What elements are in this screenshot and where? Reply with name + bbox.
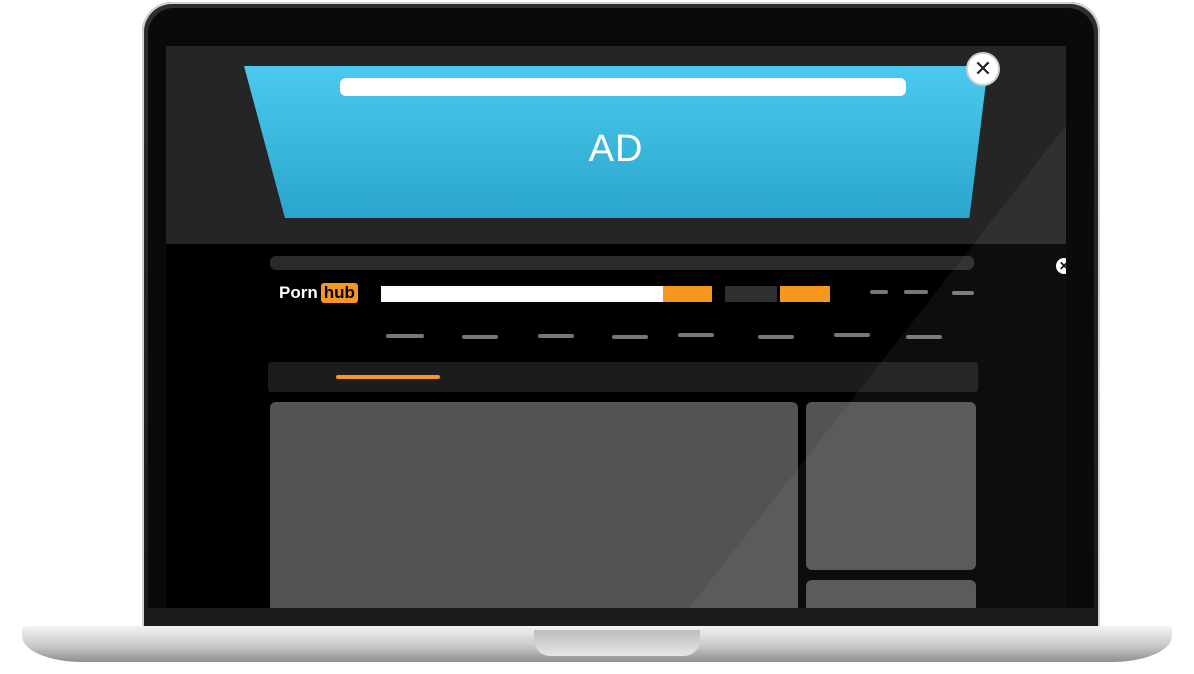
- login-button[interactable]: [725, 286, 777, 302]
- nav-item[interactable]: [906, 335, 942, 339]
- nav-item[interactable]: [386, 334, 424, 338]
- logo-text-badge: hub: [320, 283, 358, 303]
- sidebar-item-placeholder[interactable]: [806, 580, 976, 608]
- search-input[interactable]: [381, 286, 663, 302]
- header-link[interactable]: [952, 291, 974, 295]
- ad-banner[interactable]: AD: [244, 66, 988, 218]
- nav-item[interactable]: [462, 335, 498, 339]
- signup-button[interactable]: [780, 286, 830, 302]
- ad-close-icon[interactable]: ✕: [968, 54, 998, 84]
- nav-item[interactable]: [612, 335, 648, 339]
- laptop-notch: [534, 630, 700, 656]
- ad-label: AD: [588, 128, 644, 170]
- sub-nav-bar: [268, 362, 978, 392]
- nav-item[interactable]: [538, 334, 574, 338]
- header-link[interactable]: [904, 290, 928, 294]
- search-button[interactable]: [663, 286, 712, 302]
- video-player-placeholder[interactable]: [270, 402, 798, 608]
- ad-top-bar: [340, 78, 906, 96]
- nav-item[interactable]: [834, 333, 870, 337]
- laptop-screen: AD ✕ ✕ Porn hub: [166, 46, 1066, 608]
- page-close-icon[interactable]: ✕: [1056, 258, 1066, 274]
- active-tab-indicator[interactable]: [336, 375, 440, 379]
- header-link[interactable]: [870, 290, 888, 294]
- top-notice-bar: [270, 256, 974, 270]
- nav-item[interactable]: [758, 335, 794, 339]
- site-logo[interactable]: Porn hub: [279, 282, 358, 304]
- logo-text-primary: Porn: [279, 283, 318, 302]
- sidebar-ad-placeholder[interactable]: [806, 402, 976, 570]
- nav-item[interactable]: [678, 333, 714, 337]
- ad-area: AD ✕: [166, 46, 1066, 244]
